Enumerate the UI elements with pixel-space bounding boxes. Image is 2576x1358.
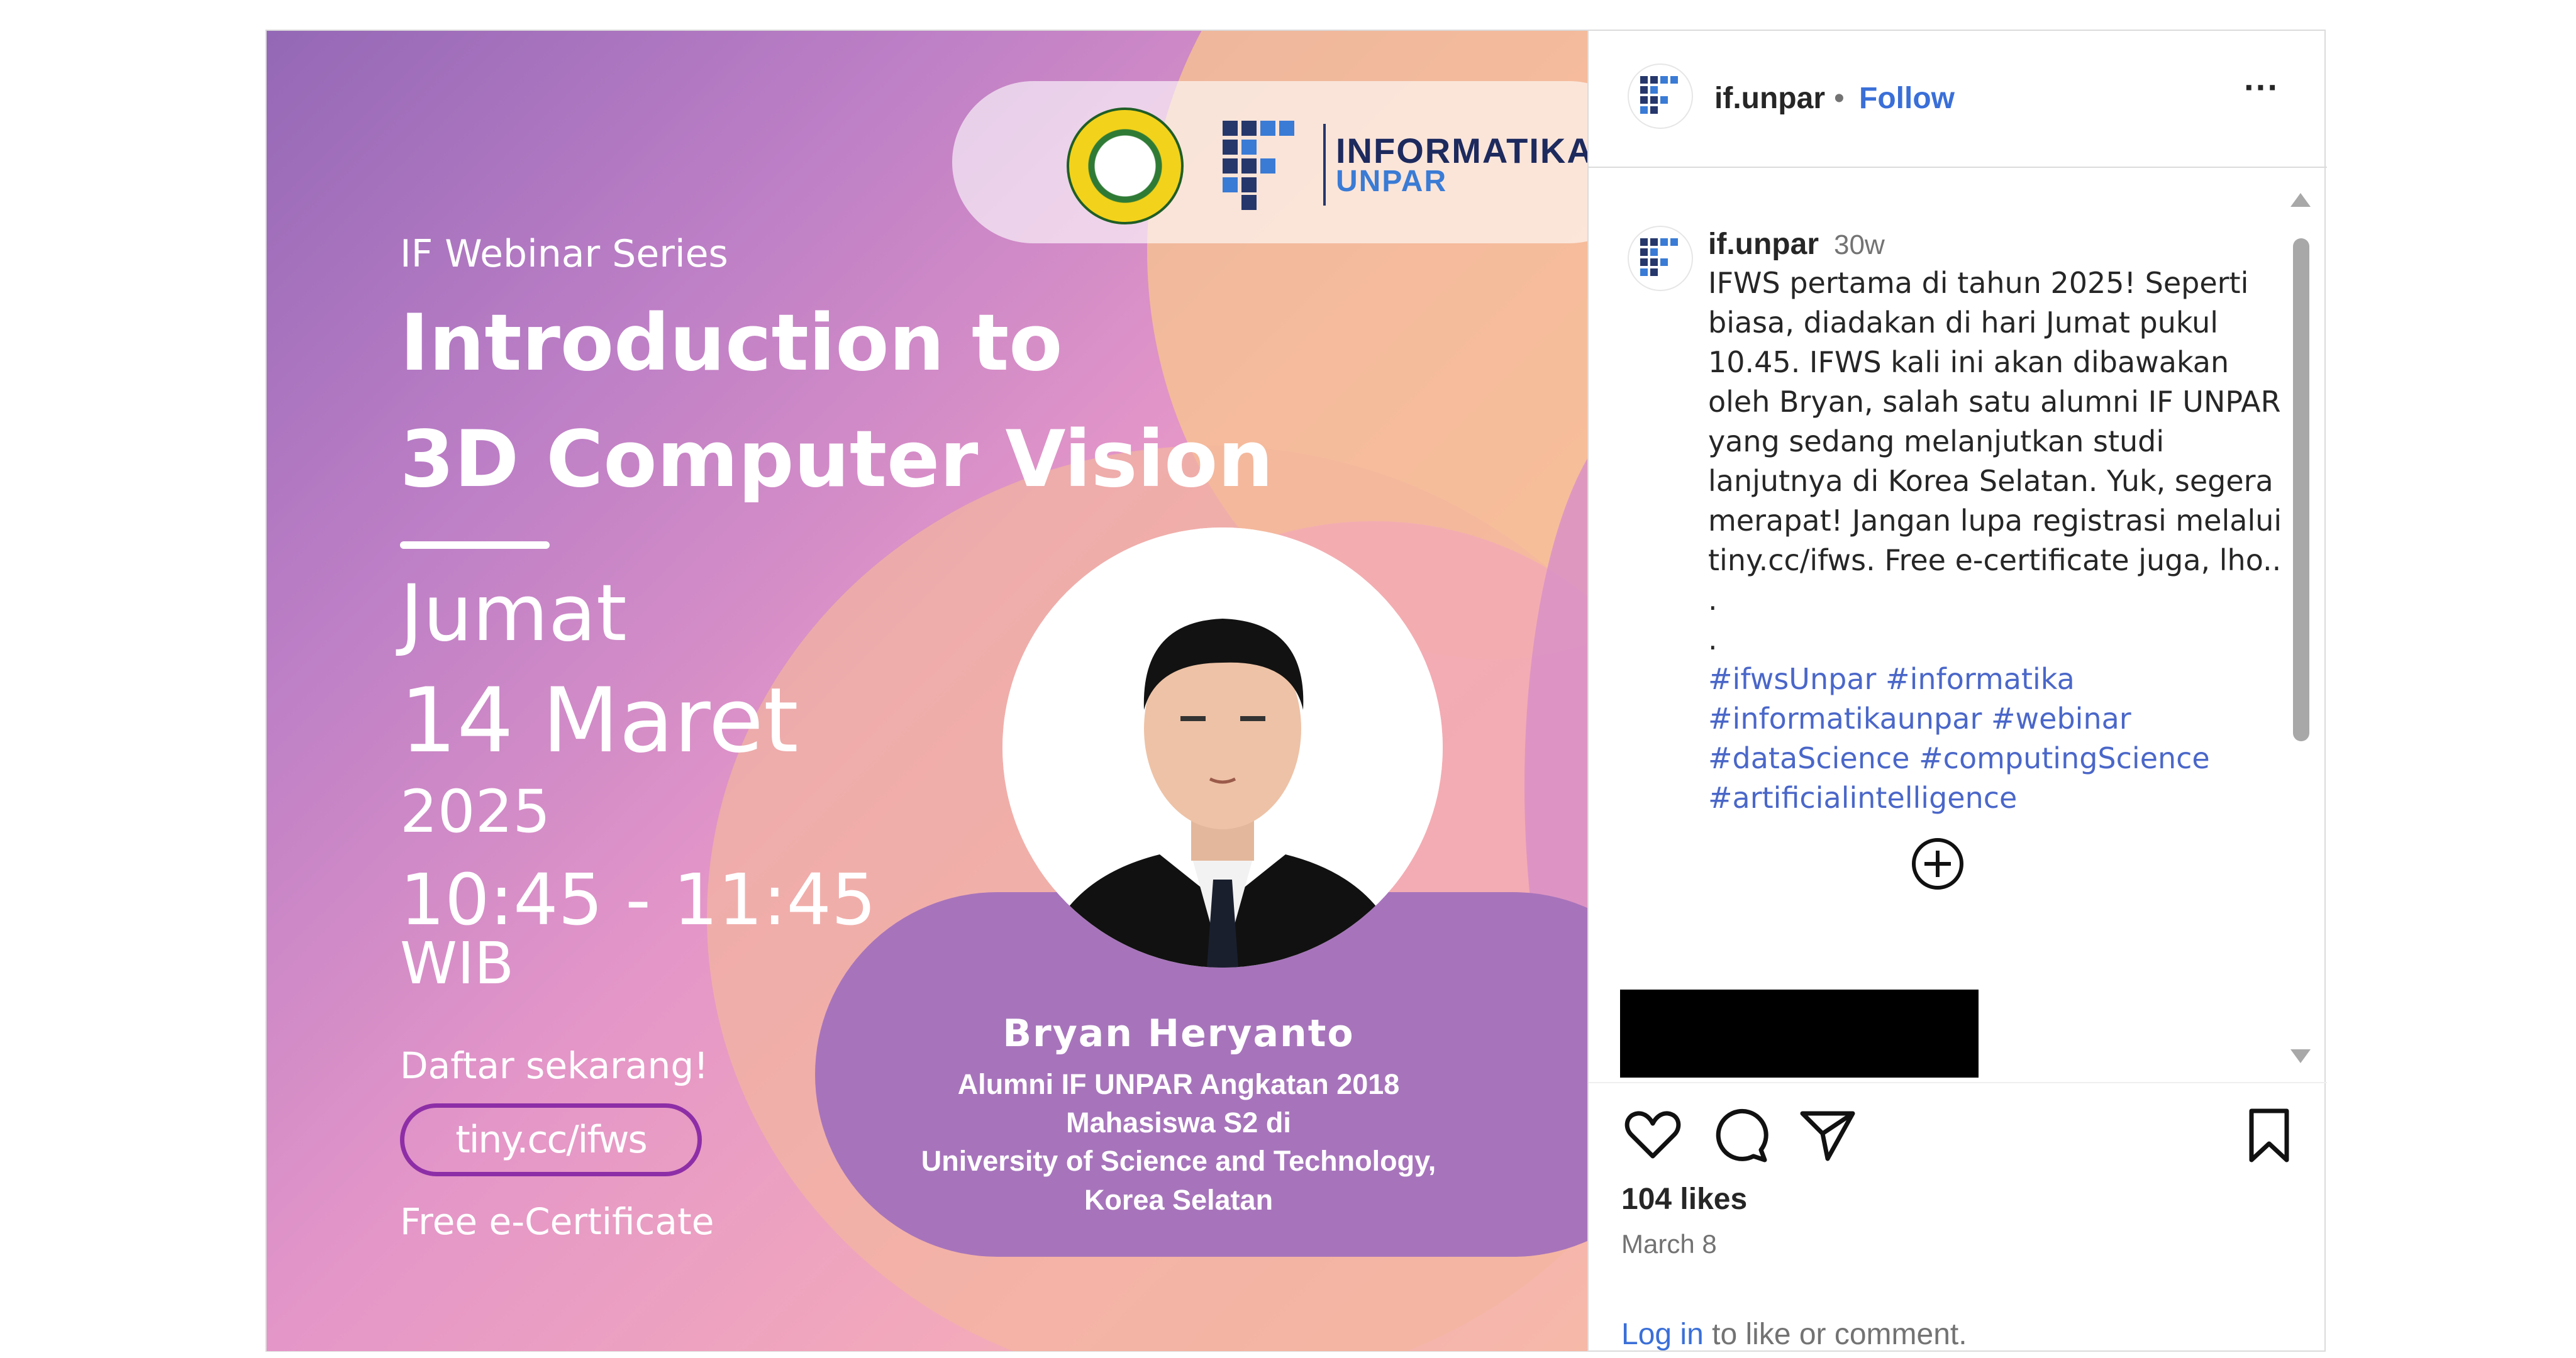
caption-line: IFWS pertama di tahun 2025! Seperti — [1708, 266, 2249, 300]
header-separator: • — [1834, 82, 1845, 115]
event-date: 14 Maret — [400, 669, 799, 773]
speaker-detail: University of Science and Technology, — [921, 1145, 1436, 1177]
webinar-title-line1: Introduction to — [400, 298, 1063, 389]
like-heart-icon[interactable] — [1621, 1103, 1684, 1166]
title-underline — [400, 541, 550, 549]
brand-subname: UNPAR — [1336, 165, 1448, 198]
share-paper-plane-icon[interactable] — [1796, 1103, 1859, 1166]
caption-line: biasa, diadakan di hari Jumat pukul — [1708, 306, 2219, 340]
informatika-logo-mark — [1223, 121, 1311, 210]
hashtag-line: #informatikaunpar #webinar — [1708, 699, 2287, 739]
redacted-block — [1620, 990, 1979, 1078]
event-timezone: WIB — [400, 930, 514, 997]
login-prompt: Log in to like or comment. — [1621, 1317, 1967, 1352]
hashtag-link[interactable]: #computingScience — [1919, 741, 2210, 775]
caption-line: oleh Bryan, salah satu alumni IF UNPAR — [1708, 385, 2281, 419]
register-prompt: Daftar sekarang! — [400, 1044, 709, 1087]
caption-text: IFWS pertama di tahun 2025! Seperti bias… — [1708, 263, 2287, 818]
event-time: 10:45 - 11:45 — [400, 859, 877, 941]
post-sidebar: if.unpar • Follow ··· if.unpar 30w IFWS … — [1587, 31, 2327, 1351]
like-count[interactable]: 104 likes — [1621, 1182, 1747, 1217]
caption-line: 10.45. IFWS kali ini akan dibawakan — [1708, 345, 2229, 379]
event-day: Jumat — [400, 568, 627, 659]
webinar-series: IF Webinar Series — [400, 232, 728, 276]
caption-line: tiny.cc/ifws. Free e-certificate juga, l… — [1708, 543, 2282, 577]
post-actions: 104 likes March 8 Log in to like or comm… — [1589, 1085, 2327, 1351]
speaker-detail: Mahasiswa S2 di — [1066, 1107, 1291, 1139]
hashtag-link[interactable]: #ifwsUnpar — [1708, 662, 1876, 696]
account-avatar[interactable] — [1628, 63, 1693, 129]
scroll-down-arrow-icon[interactable] — [2288, 1043, 2313, 1068]
speaker-photo — [1002, 527, 1443, 968]
hashtag-link[interactable]: #webinar — [1991, 702, 2131, 736]
comments-area: if.unpar 30w IFWS pertama di tahun 2025!… — [1589, 169, 2327, 1083]
logo-divider — [1323, 124, 1326, 206]
certificate-note: Free e-Certificate — [400, 1200, 714, 1243]
add-circle-icon[interactable] — [1909, 836, 1966, 892]
post-date[interactable]: March 8 — [1621, 1229, 1717, 1259]
follow-button[interactable]: Follow — [1859, 81, 1955, 116]
caption-line: . — [1708, 622, 1718, 656]
instagram-post: INFORMATIKA UNPAR IF Webinar Series Intr… — [265, 30, 2327, 1352]
more-options-icon[interactable]: ··· — [2236, 69, 2287, 119]
hashtag-link[interactable]: #informatikaunpar — [1708, 702, 1982, 736]
post-image[interactable]: INFORMATIKA UNPAR IF Webinar Series Intr… — [267, 31, 1587, 1351]
hashtag-link[interactable]: #informatika — [1885, 662, 2075, 696]
hashtag-link[interactable]: #dataScience — [1708, 741, 1909, 775]
caption-author-avatar[interactable] — [1628, 226, 1693, 291]
event-year: 2025 — [400, 778, 551, 846]
university-seal-logo — [1067, 108, 1184, 224]
bookmark-icon[interactable] — [2238, 1103, 2301, 1166]
speaker-name: Bryan Heryanto — [1002, 1012, 1355, 1056]
hashtag-line: #ifwsUnpar #informatika — [1708, 660, 2287, 699]
caption-line: yang sedang melanjutkan studi — [1708, 424, 2165, 458]
caption-author[interactable]: if.unpar — [1708, 227, 1819, 262]
account-username[interactable]: if.unpar — [1714, 81, 1825, 116]
login-prompt-text: to like or comment. — [1703, 1318, 1967, 1351]
login-link[interactable]: Log in — [1621, 1318, 1704, 1351]
hashtag-line: #artificialintelligence — [1708, 778, 2287, 818]
caption-timestamp[interactable]: 30w — [1834, 229, 1885, 261]
scroll-up-arrow-icon[interactable] — [2288, 188, 2313, 213]
speaker-detail: Alumni IF UNPAR Angkatan 2018 — [957, 1068, 1400, 1100]
caption-line: merapat! Jangan lupa registrasi melalui — [1708, 504, 2282, 538]
caption-line: lanjutnya di Korea Selatan. Yuk, segera — [1708, 464, 2273, 498]
scrollbar-thumb[interactable] — [2293, 238, 2309, 741]
hashtag-line: #dataScience #computingScience — [1708, 739, 2287, 778]
speaker-detail: Korea Selatan — [1084, 1184, 1274, 1216]
comment-bubble-icon[interactable] — [1709, 1103, 1772, 1166]
post-header: if.unpar • Follow ··· — [1589, 31, 2327, 168]
caption-line: . — [1708, 583, 1718, 617]
hashtag-link[interactable]: #artificialintelligence — [1708, 781, 2017, 815]
webinar-title-line2: 3D Computer Vision — [400, 414, 1274, 505]
register-link-badge: tiny.cc/ifws — [400, 1103, 702, 1176]
